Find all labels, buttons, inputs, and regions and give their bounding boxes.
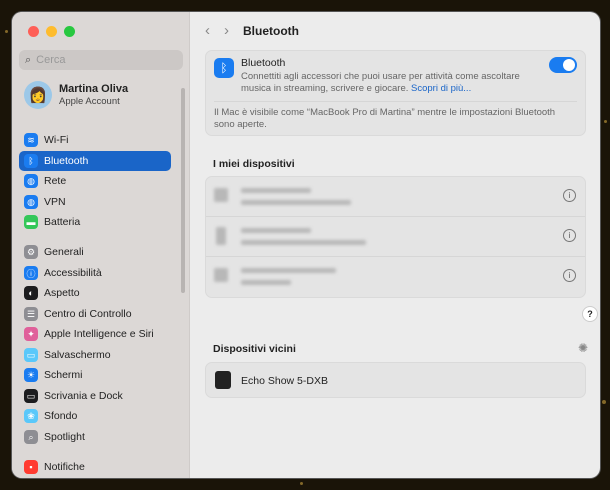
sidebar-item-label: Sfondo <box>44 410 78 422</box>
loading-spinner-icon: ✺ <box>578 341 589 355</box>
bluetooth-icon: ᛒ <box>214 58 234 78</box>
bluetooth-icon: ᛒ <box>24 154 38 168</box>
sidebar-item-notifiche[interactable]: ▪ Notifiche <box>19 457 171 477</box>
accessibilit--icon: ⓘ <box>24 266 38 280</box>
device-row[interactable]: i <box>206 257 585 297</box>
sidebar-scrollbar[interactable] <box>181 88 185 293</box>
schermi-icon: ☀ <box>24 368 38 382</box>
apple-account[interactable]: 👩 Martina Oliva Apple Account <box>24 81 128 109</box>
learn-more-link[interactable]: Scopri di più... <box>411 83 471 94</box>
centro-di-controllo-icon: ☰ <box>24 307 38 321</box>
info-icon[interactable]: i <box>563 229 576 242</box>
back-button[interactable]: ‹ <box>205 22 210 39</box>
generali-icon: ⚙ <box>24 245 38 259</box>
my-devices-list: i i i <box>205 176 586 298</box>
sidebar-item-rete[interactable]: ◍ Rete <box>19 171 171 191</box>
sidebar-item-apple-intelligence-e-siri[interactable]: ✦ Apple Intelligence e Siri <box>19 324 171 344</box>
page-title: Bluetooth <box>243 23 299 38</box>
sidebar-item-label: Schermi <box>44 369 83 381</box>
sidebar-item-suono[interactable]: ◂Suono <box>19 477 171 478</box>
bluetooth-description: Connettiti agli accessori che puoi usare… <box>241 71 520 94</box>
info-icon[interactable]: i <box>563 189 576 202</box>
nearby-devices-list: Echo Show 5-DXB <box>205 362 586 398</box>
sidebar-item-label: Scrivania e Dock <box>44 390 123 402</box>
speaker-icon <box>215 371 231 389</box>
sidebar-item-label: Spotlight <box>44 431 85 443</box>
sidebar-item-spotlight[interactable]: ⌕ Spotlight <box>19 427 171 447</box>
sidebar-item-schermi[interactable]: ☀ Schermi <box>19 365 171 385</box>
notifiche-icon: ▪ <box>24 460 38 474</box>
account-name: Martina Oliva <box>59 83 129 95</box>
sidebar-item-bluetooth[interactable]: ᛒ Bluetooth <box>19 151 171 171</box>
nearby-device-name[interactable]: Echo Show 5-DXB <box>241 375 328 387</box>
sidebar-item-sfondo[interactable]: ❀ Sfondo <box>19 406 171 426</box>
sidebar-item-batteria[interactable]: ▬ Batteria <box>19 212 171 232</box>
batteria-icon: ▬ <box>24 215 38 229</box>
spotlight-icon: ⌕ <box>24 430 38 444</box>
aspetto-icon: ◐ <box>24 286 38 300</box>
sidebar-item-label: Centro di Controllo <box>44 308 132 320</box>
sidebar-item-wi-fi[interactable]: ≋ Wi-Fi <box>19 130 171 150</box>
sidebar-item-scrivania-e-dock[interactable]: ▭ Scrivania e Dock <box>19 386 171 406</box>
salvaschermo-icon: ▭ <box>24 348 38 362</box>
my-devices-heading: I miei dispositivi <box>213 158 295 170</box>
sidebar-item-label: Salvaschermo <box>44 349 111 361</box>
account-subtitle: Apple Account <box>59 96 120 107</box>
device-row[interactable]: i <box>206 217 585 257</box>
vpn-icon: ◍ <box>24 195 38 209</box>
settings-window: ⌕ Cerca 👩 Martina Oliva Apple Account ≋ Wi… <box>12 12 600 478</box>
sidebar-item-aspetto[interactable]: ◐ Aspetto <box>19 283 171 303</box>
sidebar-item-vpn[interactable]: ◍ VPN <box>19 192 171 212</box>
main-pane: ‹ › Bluetooth ᛒ Bluetooth Connettiti agl… <box>191 12 600 478</box>
search-input[interactable]: ⌕ Cerca <box>19 50 183 70</box>
sidebar-item-generali[interactable]: ⚙ Generali <box>19 242 171 262</box>
sidebar-item-label: Bluetooth <box>44 155 89 167</box>
rete-icon: ◍ <box>24 174 38 188</box>
search-placeholder: Cerca <box>36 54 66 66</box>
search-icon: ⌕ <box>25 53 32 66</box>
sidebar-item-centro-di-controllo[interactable]: ☰ Centro di Controllo <box>19 304 171 324</box>
sidebar-item-label: Batteria <box>44 216 81 228</box>
nearby-devices-heading: Dispositivi vicini <box>213 343 296 355</box>
bluetooth-card: ᛒ Bluetooth Connettiti agli accessori ch… <box>205 50 586 136</box>
bluetooth-toggle[interactable] <box>549 57 577 73</box>
apple-intelligence-e-siri-icon: ✦ <box>24 327 38 341</box>
scrivania-e-dock-icon: ▭ <box>24 389 38 403</box>
sidebar-item-label: Wi-Fi <box>44 134 69 146</box>
sidebar-item-accessibilit-[interactable]: ⓘ Accessibilità <box>19 263 171 283</box>
bluetooth-label: Bluetooth <box>241 57 286 69</box>
sidebar-item-label: Aspetto <box>44 287 80 299</box>
help-button[interactable]: ? <box>582 306 598 322</box>
close-button[interactable] <box>28 26 39 37</box>
window-controls <box>28 26 75 37</box>
sidebar-item-label: Generali <box>44 246 84 258</box>
sidebar-item-label: Apple Intelligence e Siri <box>44 328 154 340</box>
sidebar-item-salvaschermo[interactable]: ▭ Salvaschermo <box>19 345 171 365</box>
sidebar-item-label: Rete <box>44 175 67 187</box>
sfondo-icon: ❀ <box>24 409 38 423</box>
wi-fi-icon: ≋ <box>24 133 38 147</box>
info-icon[interactable]: i <box>563 269 576 282</box>
visibility-note: Il Mac è visibile come “MacBook Pro di M… <box>214 107 556 130</box>
sidebar-item-label: VPN <box>44 196 66 208</box>
forward-button[interactable]: › <box>224 22 229 39</box>
avatar: 👩 <box>24 81 52 109</box>
sidebar-item-label: Accessibilità <box>44 267 102 279</box>
sidebar-item-label: Notifiche <box>44 461 85 473</box>
zoom-button[interactable] <box>64 26 75 37</box>
device-row[interactable]: i <box>206 177 585 217</box>
minimize-button[interactable] <box>46 26 57 37</box>
sidebar: ⌕ Cerca 👩 Martina Oliva Apple Account ≋ Wi… <box>12 12 190 478</box>
